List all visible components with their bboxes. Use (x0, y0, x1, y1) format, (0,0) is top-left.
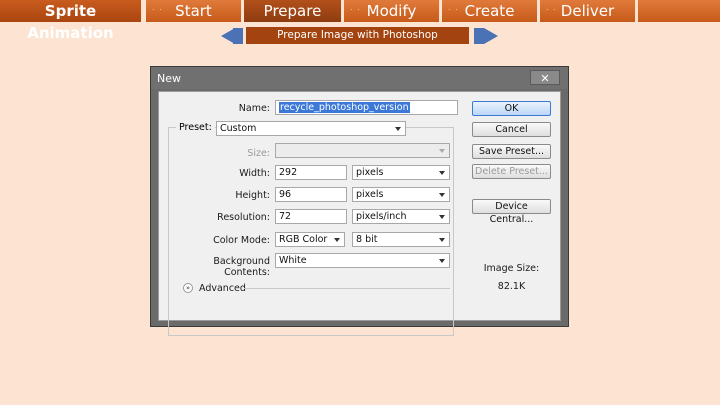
color-mode-dropdown[interactable]: RGB Color (275, 232, 345, 247)
preset-label: Preset: (176, 122, 215, 133)
tab-start[interactable]: . . Start (146, 0, 242, 22)
top-navigation: Sprite Animation . . Start Prepare . . M… (0, 0, 720, 42)
background-value: White (279, 255, 307, 266)
bit-depth-value: 8 bit (356, 234, 378, 245)
chevron-down-icon (334, 238, 340, 242)
chevron-down-icon (439, 171, 445, 175)
next-arrow-icon[interactable] (484, 28, 498, 44)
tab-dots: . . (448, 3, 459, 12)
chevron-down-icon (395, 127, 401, 131)
color-mode-value: RGB Color (279, 234, 328, 245)
cancel-button[interactable]: Cancel (472, 122, 551, 137)
brand-title: Sprite Animation (0, 0, 142, 42)
image-size-value: 82.1K (497, 281, 526, 292)
height-unit-dropdown[interactable]: pixels (352, 187, 450, 202)
section-subtitle: Prepare Image with Photoshop (246, 27, 469, 44)
tab-deliver[interactable]: . . Deliver (540, 0, 636, 22)
brand-title-text: Sprite Animation (27, 2, 114, 42)
bit-depth-dropdown[interactable]: 8 bit (352, 232, 450, 247)
chevron-down-icon (439, 193, 445, 197)
preset-dropdown[interactable]: Custom (216, 121, 406, 136)
tab-dots: . . (152, 3, 163, 12)
name-value: recycle_photoshop_version (279, 102, 410, 113)
chevron-down-icon (439, 259, 445, 263)
preset-value: Custom (220, 123, 257, 134)
next-arrow-bar[interactable] (474, 28, 484, 44)
device-central-button[interactable]: Device Central... (472, 199, 551, 225)
chevron-down-icon (439, 215, 445, 219)
dialog-title: New (157, 72, 181, 85)
name-field[interactable]: recycle_photoshop_version (275, 100, 458, 115)
width-value: 292 (279, 167, 298, 178)
tab-modify-label: Modify (366, 2, 417, 20)
name-label: Name: (238, 103, 270, 114)
height-label: Height: (235, 190, 270, 201)
save-preset-button[interactable]: Save Preset... (472, 144, 551, 159)
resolution-value: 72 (279, 211, 292, 222)
height-unit-value: pixels (356, 189, 384, 200)
advanced-label[interactable]: Advanced (199, 283, 246, 294)
width-field[interactable]: 292 (275, 165, 347, 180)
resolution-unit-value: pixels/inch (356, 211, 407, 222)
color-mode-label: Color Mode: (213, 235, 270, 246)
background-dropdown[interactable]: White (275, 253, 450, 268)
tab-create[interactable]: . . Create (442, 0, 538, 22)
advanced-divider (244, 288, 450, 289)
width-label: Width: (239, 168, 270, 179)
nav-filler (638, 0, 720, 22)
width-unit-value: pixels (356, 167, 384, 178)
tab-start-label: Start (175, 2, 212, 20)
prev-arrow-bar[interactable] (233, 28, 243, 44)
resolution-unit-dropdown[interactable]: pixels/inch (352, 209, 450, 224)
chevron-down-icon (439, 149, 445, 153)
background-label: Background Contents: (213, 256, 270, 278)
height-value: 96 (279, 189, 292, 200)
tab-dots: . . (546, 3, 557, 12)
tab-prepare[interactable]: Prepare (244, 0, 342, 22)
size-dropdown[interactable] (275, 143, 450, 158)
delete-preset-button[interactable]: Delete Preset... (472, 164, 551, 179)
width-unit-dropdown[interactable]: pixels (352, 165, 450, 180)
size-label: Size: (247, 148, 270, 159)
tab-prepare-label: Prepare (263, 2, 322, 20)
image-size-label: Image Size: (483, 263, 540, 274)
resolution-field[interactable]: 72 (275, 209, 347, 224)
tab-modify[interactable]: . . Modify (344, 0, 440, 22)
height-field[interactable]: 96 (275, 187, 347, 202)
tab-dots: . . (350, 3, 361, 12)
expand-icon[interactable]: » (183, 283, 193, 293)
dialog-titlebar: New ✕ (151, 67, 568, 89)
ok-button[interactable]: OK (472, 101, 551, 116)
close-icon[interactable]: ✕ (530, 70, 560, 85)
chevron-down-icon (439, 238, 445, 242)
tab-deliver-label: Deliver (560, 2, 615, 20)
resolution-label: Resolution: (217, 212, 270, 223)
tab-create-label: Create (464, 2, 515, 20)
